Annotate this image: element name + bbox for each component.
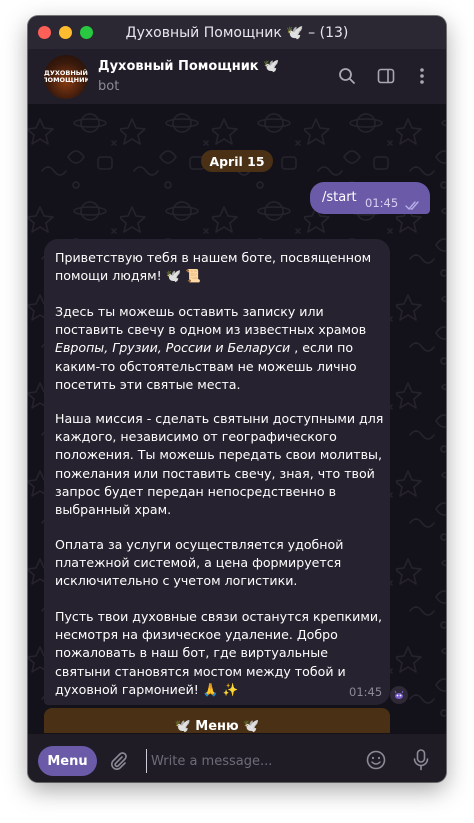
more-vertical-icon[interactable] [411,65,433,87]
bot-menu-button[interactable]: Menu [38,746,97,776]
outgoing-message[interactable]: /start 01:45 [310,182,430,214]
sidebar-toggle-icon[interactable] [375,65,397,87]
reaction-emoji-icon[interactable] [390,686,408,704]
telegram-window: Духовный Помощник 🕊️ – (13) ДУХОВНЫЙ ПОМ… [28,16,446,782]
message-paragraph: Приветствую тебя в нашем боте, посвященн… [55,250,372,284]
avatar-logo-text: ДУХОВНЫЙ ПОМОЩНИК [44,68,88,84]
message-paragraph: Пусть твои духовные связи останутся креп… [55,609,383,697]
chat-header: ДУХОВНЫЙ ПОМОЩНИК Духовный Помощник 🕊️ b… [28,49,446,105]
close-window-button[interactable] [38,26,51,39]
outgoing-message-time: 01:45 [365,196,399,210]
read-receipt-icon [405,196,421,215]
title-bar: Духовный Помощник 🕊️ – (13) [28,16,446,49]
search-icon[interactable] [336,65,358,87]
incoming-message[interactable]: Приветствую тебя в нашем боте, посвященн… [44,239,390,705]
bot-avatar[interactable]: ДУХОВНЫЙ ПОМОЩНИК [44,55,88,99]
window-title: Духовный Помощник 🕊️ – (13) [125,24,349,41]
attach-icon[interactable] [108,751,128,775]
message-italic-text: Европы, Грузии, России и Беларуси [55,340,291,356]
bot-name[interactable]: Духовный Помощник 🕊️ [98,59,279,74]
message-paragraph: Оплата за услуги осуществляется удобной … [55,537,344,589]
chat-area[interactable]: April 15 /start 01:45 Приветствую тебя в… [28,105,446,733]
window-controls [38,26,93,39]
message-input-bar: Menu [28,733,446,782]
microphone-icon[interactable] [412,749,430,775]
outgoing-message-text: /start [322,190,357,205]
bot-status: bot [98,79,120,94]
date-separator: April 15 [201,150,273,172]
maximize-window-button[interactable] [80,26,93,39]
minimize-window-button[interactable] [59,26,72,39]
incoming-message-time: 01:45 [349,685,383,699]
message-paragraph: Наша миссия - сделать святыни доступными… [55,411,384,518]
message-input[interactable] [146,749,356,773]
emoji-icon[interactable] [366,750,386,774]
inline-menu-button[interactable]: 🕊️ Меню 🕊️ [44,708,390,733]
message-text: Здесь ты можешь оставить записку или пос… [55,304,367,338]
message-paragraph: Здесь ты можешь оставить записку или пос… [55,303,385,394]
